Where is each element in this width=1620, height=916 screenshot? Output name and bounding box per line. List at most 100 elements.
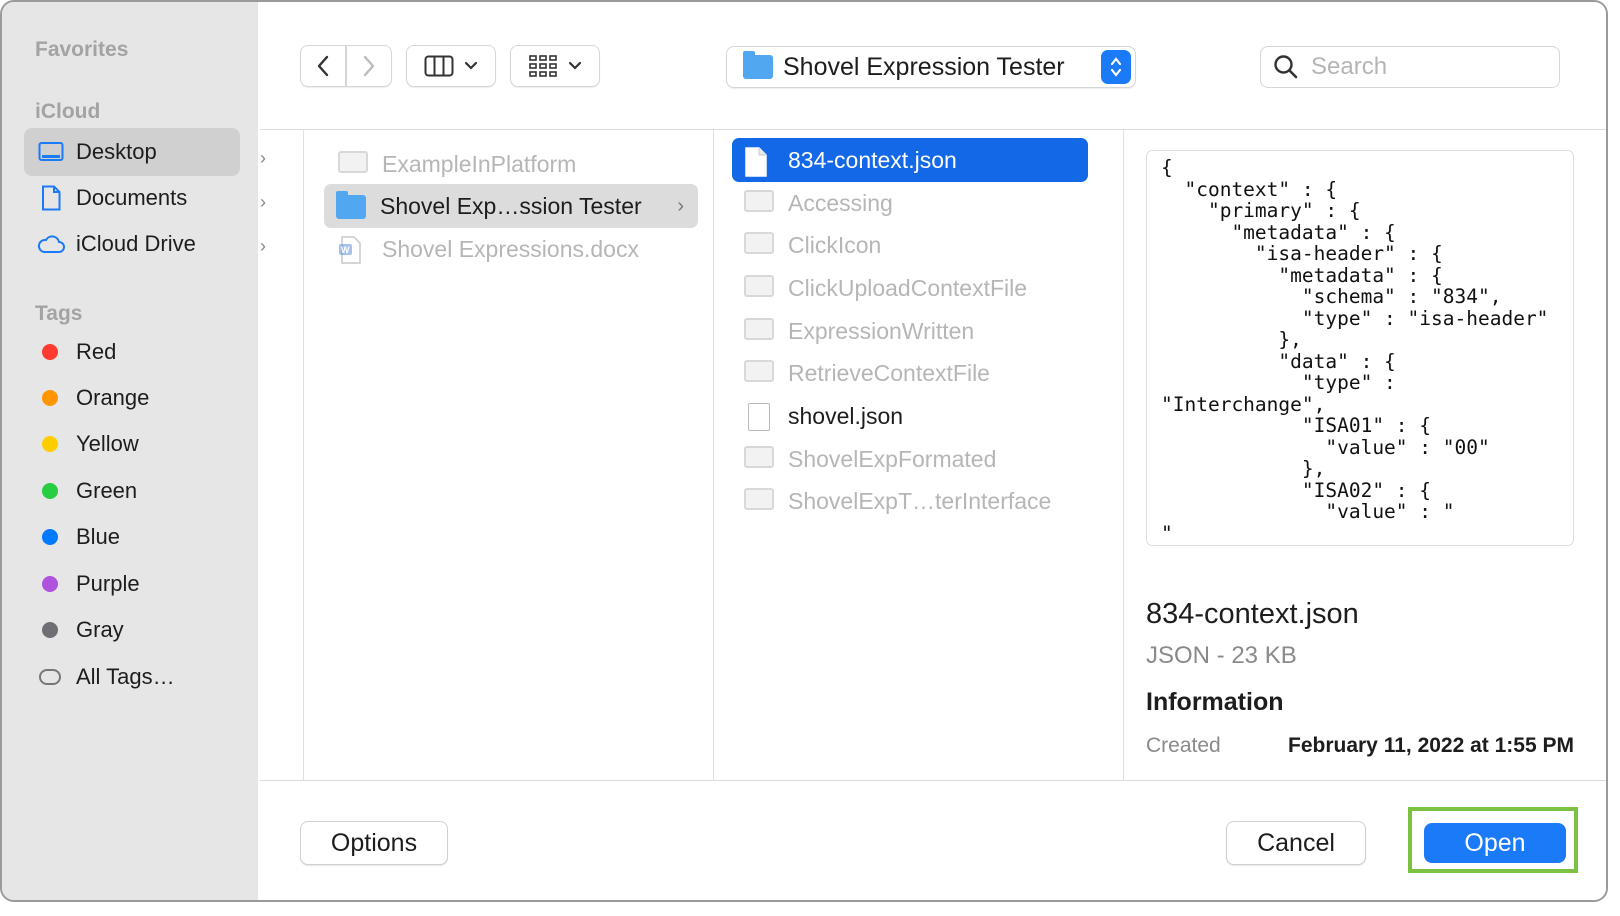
desktop-icon [36,137,66,167]
view-mode-button[interactable] [406,45,496,87]
file-row[interactable]: ExampleInPlatform [326,142,698,186]
file-row[interactable]: ClickUploadContextFile [732,266,1088,310]
preview-file-kind: JSON - 23 KB [1146,642,1297,669]
chevron-down-icon [464,61,478,70]
toolbar: Shovel Expression Tester Search [260,2,1606,130]
app-icon [744,275,774,301]
svg-text:W: W [341,245,350,255]
tag-purple[interactable]: Purple [24,560,240,608]
file-name: 834-context.json [788,146,957,173]
folder-icon [743,51,773,79]
file-row[interactable]: ShovelExpT…terInterface [732,479,1088,523]
file-name: RetrieveContextFile [788,359,990,386]
sidebar-section-icloud: iCloud [35,100,101,123]
tag-blue[interactable]: Blue [24,513,240,561]
sidebar-item-label: Documents [76,185,188,210]
json-file-icon [744,147,774,177]
sidebar-section-tags: Tags [35,302,83,325]
open-file-dialog: Favorites iCloud Desktop Documents iClou… [0,0,1608,902]
folder-name: Shovel Exp…ssion Tester [380,192,642,219]
file-row[interactable]: RetrieveContextFile [732,351,1088,395]
file-row-selected[interactable]: 834-context.json [732,138,1088,182]
created-value: February 11, 2022 at 1:55 PM [1288,734,1574,757]
file-row[interactable]: ShovelExpFormated [732,437,1088,481]
tag-label: Blue [76,524,121,549]
tag-label: Red [76,339,117,364]
file-row[interactable]: W Shovel Expressions.docx [326,227,698,271]
folder-icon [336,191,366,219]
tag-blue-dot-icon [42,529,58,545]
tag-orange[interactable]: Orange [24,374,240,422]
tag-yellow[interactable]: Yellow [24,420,240,468]
search-placeholder: Search [1311,53,1388,80]
tag-red-dot-icon [42,344,58,360]
sidebar-item-label: Desktop [76,139,157,164]
file-row[interactable]: shovel.json [732,394,1088,438]
file-name: Shovel Expressions.docx [382,235,639,262]
json-preview-text: { "context" : { "primary" : { "metadata"… [1161,156,1549,545]
back-button[interactable] [300,45,346,87]
cancel-button[interactable]: Cancel [1226,821,1366,865]
tag-green-dot-icon [42,483,58,499]
chevron-right-icon: › [260,236,266,256]
preview-file-name: 834-context.json [1146,598,1359,630]
tag-label: Purple [76,571,140,596]
forward-button[interactable] [346,45,392,87]
all-tags-icon [39,669,61,685]
file-row[interactable]: ExpressionWritten [732,309,1088,353]
sidebar-item-documents[interactable]: Documents [24,174,240,222]
dialog-footer: Options Cancel Open [260,780,1606,900]
file-row[interactable]: Accessing [732,181,1088,225]
file-name: shovel.json [788,402,904,429]
chevron-right-icon: › [677,194,684,217]
file-name: ExpressionWritten [788,317,975,344]
file-name: ShovelExpT…terInterface [788,487,1052,514]
app-icon [744,190,774,216]
sidebar-section-favorites: Favorites [35,38,129,61]
app-icon [338,151,368,177]
browser-column-files: 834-context.json Accessing ClickIcon Cli… [714,130,1124,780]
open-button[interactable]: Open [1424,823,1566,863]
tag-gray[interactable]: Gray [24,606,240,654]
file-content-preview[interactable]: { "context" : { "primary" : { "metadata"… [1146,150,1574,546]
app-icon [744,446,774,472]
chevron-down-icon [568,61,582,70]
cloud-icon [36,229,66,259]
search-field[interactable]: Search [1260,46,1560,88]
file-name: ShovelExpFormated [788,445,997,472]
open-button-highlight: Open [1408,807,1578,873]
tag-label: Gray [76,617,124,642]
app-icon [744,318,774,344]
chevron-right-icon [363,55,375,77]
chevron-left-icon [317,55,329,77]
folder-row-selected[interactable]: Shovel Exp…ssion Tester › [324,184,698,228]
preview-pane: { "context" : { "primary" : { "metadata"… [1124,130,1606,780]
sidebar-item-desktop[interactable]: Desktop [24,128,240,176]
grid-icon [529,55,557,77]
app-icon [744,232,774,258]
options-button[interactable]: Options [300,821,448,865]
sidebar: Favorites iCloud Desktop Documents iClou… [2,2,258,900]
word-doc-icon: W [338,236,368,264]
file-row[interactable]: ClickIcon [732,223,1088,267]
tag-red[interactable]: Red [24,328,240,376]
document-icon [36,183,66,213]
json-file-icon [744,403,774,431]
tag-all-tags[interactable]: All Tags… [24,653,240,701]
browser-column-desktop[interactable]: › › › [260,130,304,780]
tag-green[interactable]: Green [24,467,240,515]
sidebar-item-label: iCloud Drive [76,231,196,256]
location-popup[interactable]: Shovel Expression Tester [726,46,1136,88]
created-label: Created [1146,734,1221,757]
group-by-button[interactable] [510,45,600,87]
search-icon [1274,55,1298,79]
tag-purple-dot-icon [42,576,58,592]
information-heading: Information [1146,688,1284,716]
app-icon [744,360,774,386]
sidebar-item-icloud-drive[interactable]: iCloud Drive [24,220,240,268]
updown-arrows-icon [1101,50,1131,84]
tag-gray-dot-icon [42,622,58,638]
file-name: ClickIcon [788,231,882,258]
chevron-right-icon: › [260,148,266,168]
file-name: ClickUploadContextFile [788,274,1028,301]
